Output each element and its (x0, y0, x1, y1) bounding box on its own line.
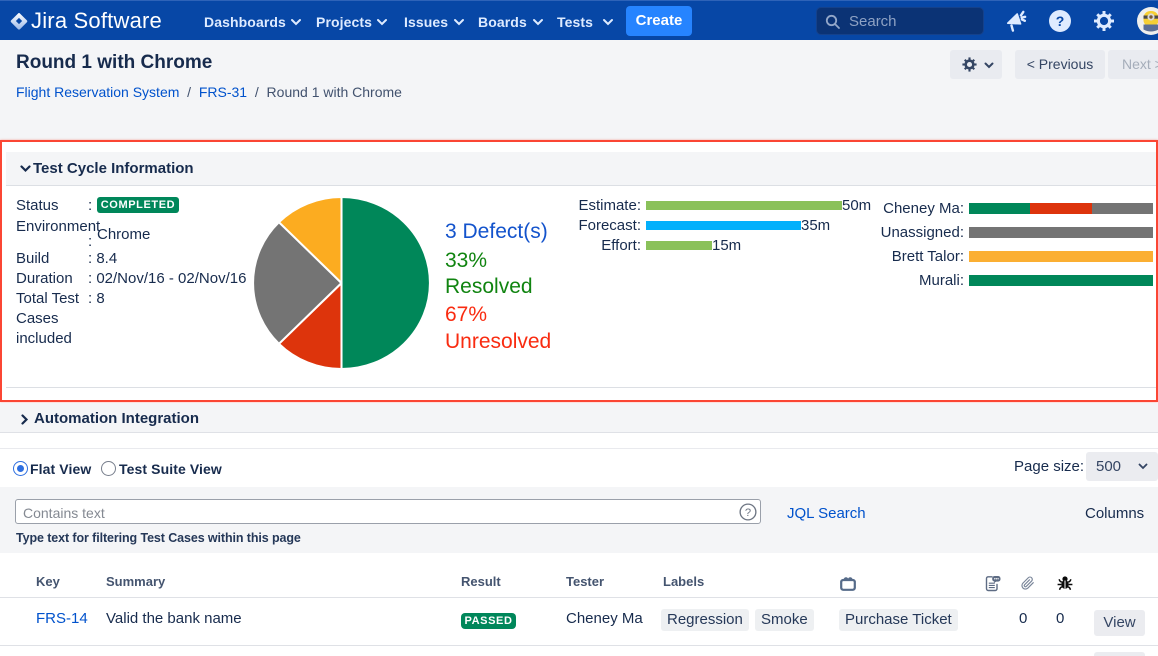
svg-text:?: ? (745, 507, 751, 519)
svg-text:?: ? (1056, 13, 1065, 29)
